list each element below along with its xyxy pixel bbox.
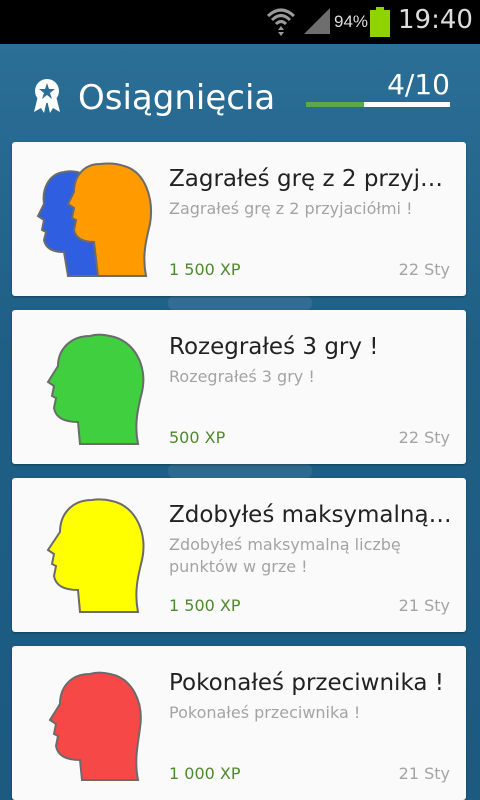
achievement-xp: 1 000 XP [169, 764, 241, 783]
page-title: Osiągnięcia [78, 78, 276, 118]
achievement-title: Zdobyłeś maksymalną liczbę punktów w grz… [169, 502, 455, 528]
achievement-description: Rozegrałeś 3 gry ! [169, 367, 315, 386]
achievement-card[interactable]: Rozegrałeś 3 gry ! Rozegrałeś 3 gry ! 50… [12, 310, 466, 464]
progress-bar [306, 102, 450, 107]
achievement-card[interactable]: Zagrałeś grę z 2 przyjaciółmi ! Zagrałeś… [12, 142, 466, 296]
achievement-xp: 1 500 XP [169, 260, 241, 279]
clock: 19:40 [398, 5, 473, 35]
yellow-head-icon [46, 498, 145, 613]
achievement-xp: 1 500 XP [169, 596, 241, 615]
background-decoration [168, 464, 312, 478]
battery-percent: 94% [334, 12, 369, 31]
achievement-xp: 500 XP [169, 428, 226, 447]
two-heads-icon [36, 162, 152, 277]
achievement-description: Zagrałeś grę z 2 przyjaciółmi ! [169, 199, 413, 218]
achievement-date: 22 Sty [398, 260, 450, 279]
achievement-description: Pokonałeś przeciwnika ! [169, 703, 361, 722]
achievement-title: Zagrałeś grę z 2 przyjaciółmi ! [169, 166, 455, 192]
achievement-card[interactable]: Zdobyłeś maksymalną liczbę punktów w grz… [12, 478, 466, 632]
signal-icon [304, 8, 330, 34]
achievement-date: 22 Sty [398, 428, 450, 447]
red-head-icon [48, 671, 142, 781]
progress-bar-fill [306, 102, 364, 107]
background-decoration [168, 296, 312, 310]
achievement-date: 21 Sty [398, 764, 450, 783]
green-head-icon [46, 333, 145, 445]
achievement-description: Zdobyłeś maksymalną liczbę punktów w grz… [169, 535, 401, 576]
progress-count: 4/10 [387, 68, 450, 101]
status-bar: 94% 19:40 [0, 0, 480, 44]
battery-icon [370, 7, 390, 37]
wifi-icon [266, 8, 296, 36]
achievement-card[interactable]: Pokonałeś przeciwnika ! Pokonałeś przeci… [12, 646, 466, 800]
award-ribbon-icon [34, 79, 60, 113]
achievement-title: Rozegrałeś 3 gry ! [169, 334, 379, 360]
achievement-date: 21 Sty [398, 596, 450, 615]
achievement-title: Pokonałeś przeciwnika ! [169, 670, 444, 696]
